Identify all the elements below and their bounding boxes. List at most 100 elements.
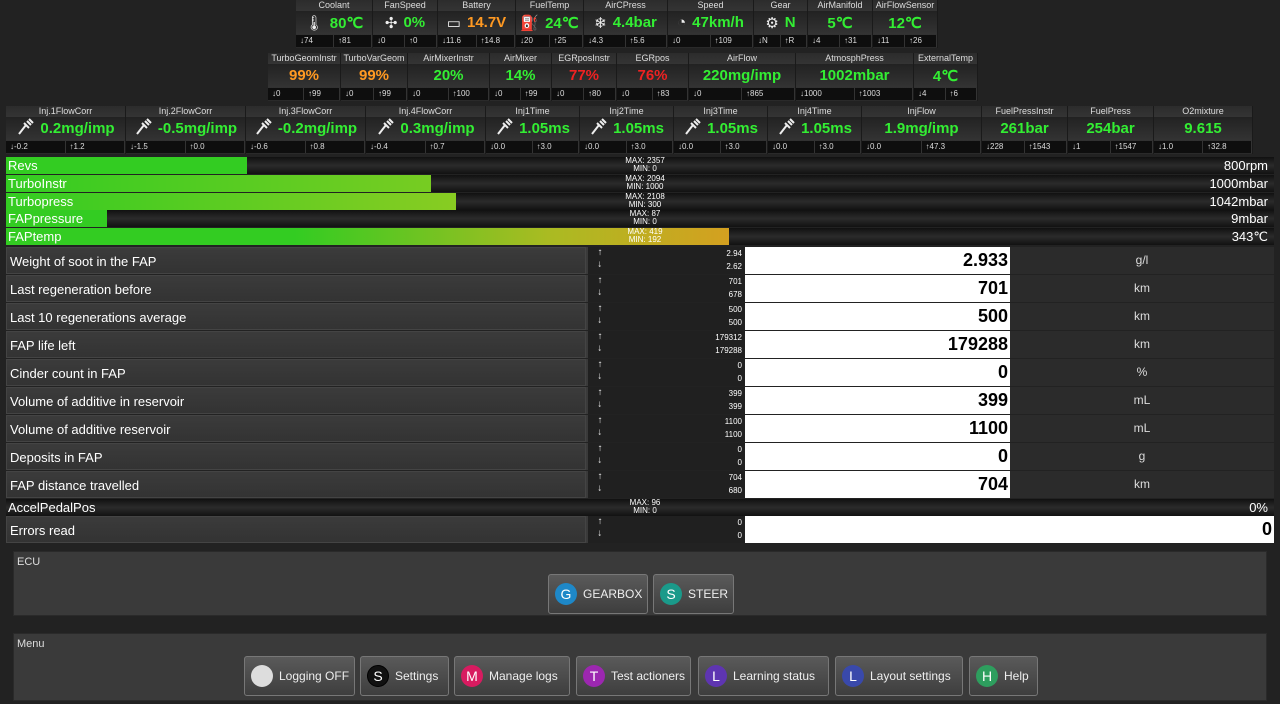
gauge-row1-5[interactable]: Speed ◔ 47km/h ↓0 ↑109 xyxy=(668,0,754,48)
button-badge-icon: G xyxy=(555,583,577,605)
gauge-label: Inj1Time xyxy=(515,106,550,116)
row-max: 704 xyxy=(728,473,742,482)
gauge-row2-0[interactable]: TurboGeomInstr 99% ↓0 ↑99 xyxy=(268,53,341,101)
gauge-max: ↑R xyxy=(781,35,807,47)
gauge-label: InjFlow xyxy=(907,106,936,116)
gauge-row3-6[interactable]: Inj3Time 1.05ms ↓0.0 ↑3.0 xyxy=(674,106,768,154)
row-value: 0 xyxy=(745,443,1010,470)
gauge-max: ↑0 xyxy=(405,35,437,47)
gauge-max: ↑3.0 xyxy=(533,141,579,153)
gauge-value: 99% xyxy=(288,67,320,84)
gauge-max: ↑0.0 xyxy=(186,141,245,153)
menu-button-settings[interactable]: S Settings xyxy=(360,656,449,696)
gauge-min: ↓1 xyxy=(1068,141,1111,153)
gauge-max: ↑1003 xyxy=(855,88,913,100)
gauge-row2-1[interactable]: TurboVarGeom 99% ↓0 ↑99 xyxy=(341,53,408,101)
row-label: Volume of additive reservoir xyxy=(6,415,586,442)
gauge-value: 0% xyxy=(403,14,426,31)
ecu-button-gearbox[interactable]: G GEARBOX xyxy=(548,574,648,614)
gauge-body: 1.05ms xyxy=(768,117,861,140)
gauge-row1-3[interactable]: FuelTemp ⛽ 24℃ ↓20 ↑25 xyxy=(516,0,584,48)
bar-accelpedalpos: AccelPedalPos 0% MAX: 96 MIN: 0 xyxy=(6,499,1274,516)
row-label: FAP distance travelled xyxy=(6,471,586,498)
row-max: 0 xyxy=(737,518,742,527)
menu-button-help[interactable]: H Help xyxy=(969,656,1038,696)
injector-icon xyxy=(254,117,272,140)
gauge-row2-7[interactable]: AtmosphPress 1002mbar ↓1000 ↑1003 xyxy=(796,53,914,101)
gauge-row1-2[interactable]: Battery ▭ 14.7V ↓11.6 ↑14.8 xyxy=(438,0,516,48)
data-row: Cinder count in FAP ⭡ ⭣ 0 0 0% xyxy=(6,359,1274,386)
gauge-icon: ▭ xyxy=(446,14,461,32)
row-unit: g xyxy=(1010,443,1274,470)
gauge-row3-8[interactable]: InjFlow 1.9mg/imp ↓0.0 ↑47.3 xyxy=(862,106,982,154)
gauge-max: ↑3.0 xyxy=(721,141,767,153)
button-badge-icon xyxy=(251,665,273,687)
gauge-row1-8[interactable]: AirFlowSensor 12℃ ↓11 ↑26 xyxy=(873,0,938,48)
gauge-min: ↓0 xyxy=(668,35,711,47)
gauge-body: 76% xyxy=(617,64,688,87)
gauge-min: ↓-0.6 xyxy=(246,141,306,153)
row-min: 1100 xyxy=(724,430,742,439)
gauge-row1-1[interactable]: FanSpeed ✣ 0% ↓0 ↑0 xyxy=(373,0,438,48)
gauge-min: ↓0 xyxy=(408,88,449,100)
gauge-min: ↓228 xyxy=(982,141,1025,153)
gauge-row1-7[interactable]: AirManifold 5℃ ↓4 ↑31 xyxy=(808,0,873,48)
gauge-label: AirMixer xyxy=(504,53,537,63)
gauge-row3-5[interactable]: Inj2Time 1.05ms ↓0.0 ↑3.0 xyxy=(580,106,674,154)
gauge-minmax: ↓-0.6 ↑0.8 xyxy=(246,141,365,153)
bar-name: Turbopress xyxy=(8,194,74,209)
bar-value: 0% xyxy=(1249,500,1268,515)
gauge-max: ↑5.6 xyxy=(626,35,667,47)
gauge-label: EGRpos xyxy=(635,53,670,63)
gauge-body: 0.2mg/imp xyxy=(6,117,125,140)
row-unit: g/l xyxy=(1010,247,1274,274)
ecu-panel: ECU G GEARBOX S STEER xyxy=(13,551,1267,616)
gauge-body: 99% xyxy=(268,64,340,87)
gauge-label: FuelTemp xyxy=(529,0,570,10)
bar-min: MIN: 1000 xyxy=(626,182,664,191)
gauge-row3-7[interactable]: Inj4Time 1.05ms ↓0.0 ↑3.0 xyxy=(768,106,862,154)
gauge-row3-2[interactable]: Inj.3FlowCorr -0.2mg/imp ↓-0.6 ↑0.8 xyxy=(246,106,366,154)
button-label: Help xyxy=(1004,669,1029,683)
menu-button-layout-settings[interactable]: L Layout settings xyxy=(835,656,963,696)
gauge-row3-3[interactable]: Inj.4FlowCorr 0.3mg/imp ↓-0.4 ↑0.7 xyxy=(366,106,486,154)
gauge-row3-9[interactable]: FuelPressInstr 261bar ↓228 ↑1543 xyxy=(982,106,1068,154)
menu-button-manage-logs[interactable]: M Manage logs xyxy=(454,656,570,696)
gauge-row2-8[interactable]: ExternalTemp 4℃ ↓4 ↑6 xyxy=(914,53,978,101)
gauge-row3-1[interactable]: Inj.2FlowCorr -0.5mg/imp ↓-1.5 ↑0.0 xyxy=(126,106,246,154)
gauge-label: Coolant xyxy=(318,0,350,10)
gauge-value: 220mg/imp xyxy=(702,67,782,84)
gauge-row2-4[interactable]: EGRposInstr 77% ↓0 ↑80 xyxy=(552,53,617,101)
injector-icon xyxy=(495,117,513,140)
gauge-body: ⚙ N xyxy=(754,11,807,34)
gauge-row1-0[interactable]: Coolant 🌡 80℃ ↓74 ↑81 xyxy=(296,0,373,48)
gauge-body: 1.05ms xyxy=(674,117,767,140)
gauge-row3-10[interactable]: FuelPress 254bar ↓1 ↑1547 xyxy=(1068,106,1154,154)
gauge-min: ↓0.0 xyxy=(768,141,815,153)
gauge-row2-6[interactable]: AirFlow 220mg/imp ↓0 ↑865 xyxy=(689,53,796,101)
button-badge-icon: L xyxy=(842,665,864,687)
gauge-minmax: ↓0 ↑109 xyxy=(668,35,753,47)
gauge-row3-11[interactable]: O2mixture 9.615 ↓1.0 ↑32.8 xyxy=(1154,106,1253,154)
gauge-minmax: ↓0 ↑0 xyxy=(373,35,437,47)
gauge-min: ↓1000 xyxy=(796,88,855,100)
menu-button-logging-off[interactable]: Logging OFF xyxy=(244,656,355,696)
gauge-row3-4[interactable]: Inj1Time 1.05ms ↓0.0 ↑3.0 xyxy=(486,106,580,154)
row-max: 179312 xyxy=(715,333,742,342)
gauge-row1-4[interactable]: AirCPress ❄ 4.4bar ↓4.3 ↑5.6 xyxy=(584,0,668,48)
row-minmax: ⭡ ⭣ 0 0 xyxy=(588,516,745,543)
gauge-row2-5[interactable]: EGRpos 76% ↓0 ↑83 xyxy=(617,53,689,101)
ecu-button-steer[interactable]: S STEER xyxy=(653,574,734,614)
menu-button-test-actioners[interactable]: T Test actioners xyxy=(576,656,691,696)
gauge-min: ↓11.6 xyxy=(438,35,477,47)
gauge-row3-0[interactable]: Inj.1FlowCorr 0.2mg/imp ↓-0.2 ↑1.2 xyxy=(6,106,126,154)
row-label: Weight of soot in the FAP xyxy=(6,247,586,274)
gauge-body: 12℃ xyxy=(873,11,937,34)
data-row: FAP distance travelled ⭡ ⭣ 704 680 704 km xyxy=(6,471,1274,498)
gauge-row2-2[interactable]: AirMixerInstr 20% ↓0 ↑100 xyxy=(408,53,490,101)
bar-min: MIN: 0 xyxy=(633,164,657,173)
gauge-row1-6[interactable]: Gear ⚙ N ↓N ↑R xyxy=(754,0,808,48)
gauge-row2-3[interactable]: AirMixer 14% ↓0 ↑99 xyxy=(490,53,552,101)
gauge-minmax: ↓0.0 ↑3.0 xyxy=(768,141,861,153)
menu-button-learning-status[interactable]: L Learning status xyxy=(698,656,829,696)
